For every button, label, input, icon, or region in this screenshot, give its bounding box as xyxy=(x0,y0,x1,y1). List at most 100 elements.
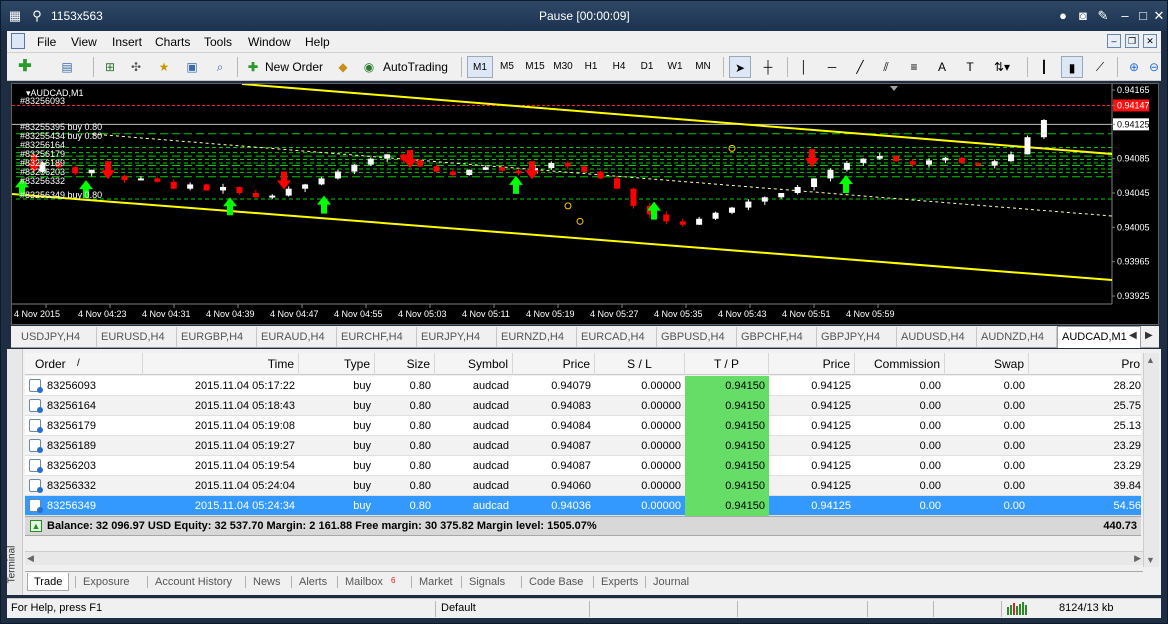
close-icon[interactable]: ✕ xyxy=(1151,8,1167,24)
trendline-icon[interactable]: ╱ xyxy=(849,56,871,78)
chart-tab[interactable]: EURCAD,H4 xyxy=(577,327,657,347)
terminal-tab[interactable]: Signals xyxy=(463,573,511,591)
table-row[interactable]: 83256189 2015.11.04 05:19:27 buy 0.80 audcad… xyxy=(25,436,1141,456)
terminal-tab[interactable]: Market xyxy=(413,573,459,591)
new-order-icon[interactable]: ✚ xyxy=(243,56,263,78)
menu-help[interactable]: Help xyxy=(305,35,330,49)
new-chart-icon[interactable]: ✚ xyxy=(13,56,37,78)
table-row[interactable]: 83256349 2015.11.04 05:24:34 buy 0.80 audcad… xyxy=(25,496,1141,516)
column-header[interactable]: Price xyxy=(513,353,595,375)
chart-tab[interactable]: GBPJPY,H4 xyxy=(817,327,897,347)
table-row[interactable]: 83256332 2015.11.04 05:24:04 buy 0.80 audcad… xyxy=(25,476,1141,496)
chart-tab[interactable]: EURUSD,H4 xyxy=(97,327,177,347)
arrows-icon[interactable]: ⇅▾ xyxy=(987,56,1017,78)
scroll-right-icon[interactable]: ▶ xyxy=(1134,553,1141,564)
timeframe-w1[interactable]: W1 xyxy=(662,56,688,78)
timeframe-m30[interactable]: M30 xyxy=(550,56,576,78)
price-chart[interactable]: ▾AUDCAD,M1 #83256093 #83255395 buy 0.80 #83… xyxy=(11,83,1159,325)
profiles-icon[interactable]: ▤ xyxy=(55,56,79,78)
scroll-down-icon[interactable]: ▼ xyxy=(1146,555,1155,565)
column-header[interactable]: Pro xyxy=(1029,353,1145,375)
chart-tab[interactable]: AUDNZD,H4 xyxy=(977,327,1057,347)
table-row[interactable]: 83256179 2015.11.04 05:19:08 buy 0.80 audcad… xyxy=(25,416,1141,436)
cursor-icon[interactable]: ➤ xyxy=(729,56,751,78)
line-chart-icon[interactable]: ⟋ xyxy=(1089,56,1111,78)
column-header[interactable]: Size xyxy=(375,353,435,375)
doc-icon[interactable] xyxy=(11,33,25,49)
data-window-icon[interactable]: ✣ xyxy=(125,56,147,78)
chart-tab[interactable]: EURAUD,H4 xyxy=(257,327,337,347)
menu-tools[interactable]: Tools xyxy=(204,35,232,49)
tabs-scroll-left-icon[interactable]: ◀ xyxy=(1129,330,1137,341)
vertical-line-icon[interactable]: │ xyxy=(793,56,815,78)
channel-icon[interactable]: ⫽ xyxy=(875,56,897,78)
timeframe-m5[interactable]: M5 xyxy=(494,56,520,78)
search-icon[interactable]: ⚲ xyxy=(29,8,45,24)
child-close-icon[interactable]: ✕ xyxy=(1143,34,1157,48)
tabs-scroll-right-icon[interactable]: ▶ xyxy=(1145,330,1153,341)
timeframe-m1[interactable]: M1 xyxy=(467,56,493,78)
maximize-icon[interactable]: □ xyxy=(1135,8,1151,24)
timeframe-d1[interactable]: D1 xyxy=(634,56,660,78)
scroll-up-icon[interactable]: ▲ xyxy=(1146,355,1155,365)
scroll-left-icon[interactable]: ◀ xyxy=(27,553,34,564)
child-minimize-icon[interactable]: – xyxy=(1107,34,1121,48)
column-header[interactable]: Type xyxy=(299,353,375,375)
terminal-tab[interactable]: News xyxy=(247,573,287,591)
column-header[interactable]: Commission xyxy=(855,353,945,375)
horizontal-line-icon[interactable]: ─ xyxy=(821,56,843,78)
column-header[interactable]: Time xyxy=(143,353,299,375)
bar-chart-icon[interactable]: ┃ xyxy=(1033,56,1055,78)
column-header[interactable]: / xyxy=(73,353,91,375)
chart-tab[interactable]: EURCHF,H4 xyxy=(337,327,417,347)
terminal-tab[interactable]: Experts xyxy=(595,573,644,591)
menu-view[interactable]: View xyxy=(71,35,97,49)
terminal-tab[interactable]: Alerts xyxy=(293,573,333,591)
table-row[interactable]: 83256203 2015.11.04 05:19:54 buy 0.80 audcad… xyxy=(25,456,1141,476)
table-row[interactable]: 83256164 2015.11.04 05:18:43 buy 0.80 audcad… xyxy=(25,396,1141,416)
text-icon[interactable]: A xyxy=(931,56,953,78)
menu-file[interactable]: File xyxy=(37,35,56,49)
strategy-tester-icon[interactable]: ⌕ xyxy=(209,56,231,78)
timeframe-h1[interactable]: H1 xyxy=(578,56,604,78)
text-label-icon[interactable]: T xyxy=(959,56,981,78)
column-header[interactable]: Swap xyxy=(945,353,1029,375)
pen-icon[interactable]: ✎ xyxy=(1095,8,1111,24)
terminal-tab[interactable]: Journal xyxy=(647,573,695,591)
chart-tab[interactable]: GBPCHF,H4 xyxy=(737,327,817,347)
minimize-icon[interactable]: – xyxy=(1117,8,1133,24)
market-watch-icon[interactable]: ⊞ xyxy=(99,56,121,78)
autotrading-icon[interactable]: ◉ xyxy=(359,56,379,78)
chart-tab[interactable]: EURJPY,H4 xyxy=(417,327,497,347)
terminal-tab[interactable]: Account History xyxy=(149,573,238,591)
timeframe-h4[interactable]: H4 xyxy=(606,56,632,78)
column-header[interactable]: T / P xyxy=(685,353,769,375)
record-icon[interactable]: ● xyxy=(1055,8,1071,24)
table-row[interactable]: 83256093 2015.11.04 05:17:22 buy 0.80 audcad… xyxy=(25,376,1141,396)
terminal-tab[interactable]: Exposure xyxy=(77,573,135,591)
metaeditor-icon[interactable]: ◆ xyxy=(333,56,353,78)
timeframe-m15[interactable]: M15 xyxy=(522,56,548,78)
candlestick-icon[interactable]: ▮ xyxy=(1061,56,1083,78)
menu-charts[interactable]: Charts xyxy=(155,35,190,49)
timeframe-mn[interactable]: MN xyxy=(690,56,716,78)
vertical-scrollbar[interactable]: ▲ ▼ xyxy=(1143,353,1159,567)
menu-insert[interactable]: Insert xyxy=(112,35,142,49)
chart-tab[interactable]: GBPUSD,H4 xyxy=(657,327,737,347)
terminal-tab[interactable]: Trade xyxy=(27,573,70,591)
autotrading-button[interactable]: AutoTrading xyxy=(383,56,453,78)
column-header[interactable]: Symbol xyxy=(435,353,513,375)
camera-icon[interactable]: ◙ xyxy=(1075,8,1091,24)
terminal-tab[interactable]: Code Base xyxy=(523,573,589,591)
terminal-icon[interactable]: ▣ xyxy=(181,56,203,78)
navigator-icon[interactable]: ★ xyxy=(153,56,175,78)
child-restore-icon[interactable]: ❐ xyxy=(1125,34,1139,48)
chart-tab[interactable]: AUDUSD,H4 xyxy=(897,327,977,347)
zoom-out-icon[interactable]: ⊖ xyxy=(1147,56,1161,78)
terminal-tab[interactable]: Mailbox xyxy=(339,573,389,591)
chart-tab[interactable]: EURNZD,H4 xyxy=(497,327,577,347)
column-header[interactable]: Price xyxy=(769,353,855,375)
new-order-button[interactable]: New Order xyxy=(265,56,329,78)
chart-tab[interactable]: EURGBP,H4 xyxy=(177,327,257,347)
crosshair-icon[interactable]: ┼ xyxy=(757,56,779,78)
